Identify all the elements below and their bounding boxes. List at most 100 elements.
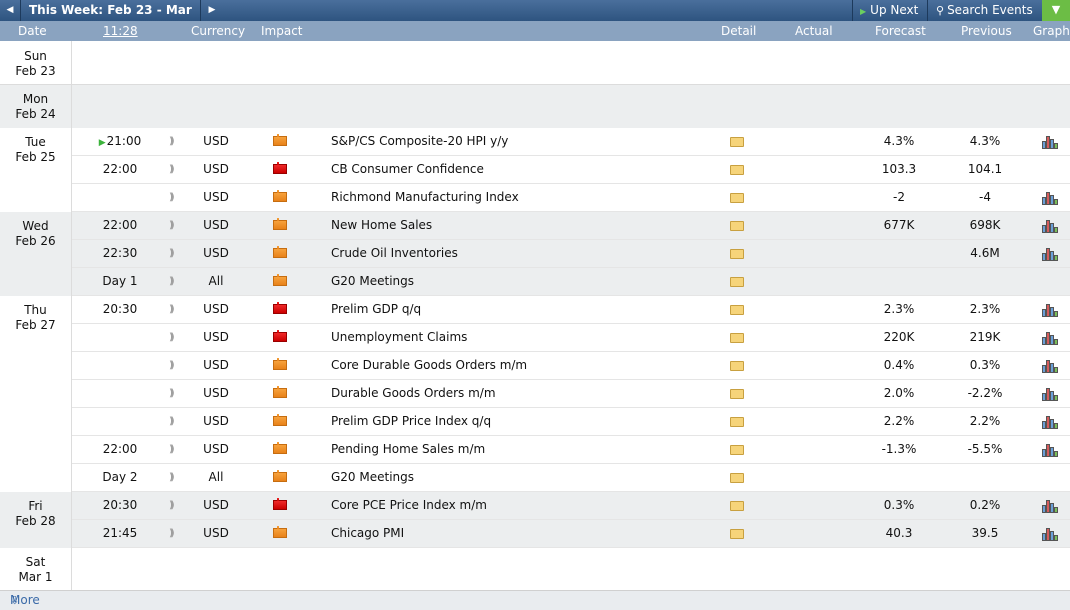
search-events-button[interactable]: ⚲ Search Events [927, 0, 1042, 21]
sound-alert-icon[interactable]: ))) [169, 268, 179, 295]
event-row[interactable]: Day 2))) All G20 Meetings [72, 464, 1070, 492]
graph-icon[interactable] [1042, 386, 1058, 401]
detail-folder-icon[interactable] [730, 445, 744, 455]
event-forecast: 40.3 [885, 526, 913, 540]
graph-icon[interactable] [1042, 218, 1058, 233]
detail-folder-icon[interactable] [730, 137, 744, 147]
event-name[interactable]: Crude Oil Inventories [331, 240, 458, 267]
graph-icon[interactable] [1042, 526, 1058, 541]
medium-impact-icon [273, 246, 287, 258]
graph-icon[interactable] [1042, 442, 1058, 457]
sound-alert-icon[interactable]: ))) [169, 324, 179, 351]
graph-icon[interactable] [1042, 330, 1058, 345]
day-date: Feb 23 [15, 64, 56, 78]
event-previous: 0.2% [969, 498, 1001, 512]
medium-impact-icon [273, 274, 287, 286]
event-name[interactable]: Pending Home Sales m/m [331, 436, 485, 463]
event-time-text: 20:30 [102, 302, 138, 316]
detail-folder-icon[interactable] [730, 473, 744, 483]
event-name[interactable]: Prelim GDP Price Index q/q [331, 408, 491, 435]
event-currency: USD [203, 442, 229, 456]
event-name[interactable]: Core Durable Goods Orders m/m [331, 352, 527, 379]
event-row[interactable]: 22:00))) USD CB Consumer Confidence 103.3 10… [72, 156, 1070, 184]
event-row[interactable]: ))) USD Durable Goods Orders m/m 2.0% -2.2% [72, 380, 1070, 408]
event-name[interactable]: New Home Sales [331, 212, 432, 239]
sound-alert-icon[interactable]: ))) [169, 520, 179, 547]
header-time[interactable]: 11:28 [103, 21, 138, 41]
detail-folder-icon[interactable] [730, 417, 744, 427]
next-week-button[interactable]: ▶ [202, 0, 222, 21]
detail-folder-icon[interactable] [730, 165, 744, 175]
sound-alert-icon[interactable]: ))) [169, 184, 179, 211]
up-next-button[interactable]: ▶ Up Next [852, 0, 927, 21]
event-row[interactable]: ))) USD Unemployment Claims 220K 219K [72, 324, 1070, 352]
event-name[interactable]: Chicago PMI [331, 520, 404, 547]
event-row[interactable]: ))) USD Core Durable Goods Orders m/m 0.4% 0… [72, 352, 1070, 380]
sound-alert-icon[interactable]: ))) [169, 352, 179, 379]
sound-alert-icon[interactable]: ))) [169, 464, 179, 491]
detail-folder-icon[interactable] [730, 221, 744, 231]
medium-impact-icon [273, 470, 287, 482]
event-row[interactable]: 22:30))) USD Crude Oil Inventories 4.6M [72, 240, 1070, 268]
event-currency: All [208, 470, 224, 484]
sound-alert-icon[interactable]: ))) [169, 128, 179, 155]
event-name[interactable]: G20 Meetings [331, 268, 414, 295]
event-row[interactable]: ▶21:00))) USD S&P/CS Composite-20 HPI y/y 4… [72, 128, 1070, 156]
event-row[interactable]: ))) USD Prelim GDP Price Index q/q 2.2% 2.2% [72, 408, 1070, 436]
sound-alert-icon[interactable]: ))) [169, 156, 179, 183]
event-row[interactable]: 22:00))) USD Pending Home Sales m/m -1.3% -5… [72, 436, 1070, 464]
event-row[interactable]: 20:30))) USD Core PCE Price Index m/m 0.3% 0… [72, 492, 1070, 520]
sound-alert-icon[interactable]: ))) [169, 408, 179, 435]
detail-folder-icon[interactable] [730, 389, 744, 399]
day-of-week: Wed [22, 219, 49, 233]
event-name[interactable]: Unemployment Claims [331, 324, 467, 351]
event-row[interactable]: 21:45))) USD Chicago PMI 40.3 39.5 [72, 520, 1070, 548]
detail-folder-icon[interactable] [730, 277, 744, 287]
detail-folder-icon[interactable] [730, 305, 744, 315]
graph-icon[interactable] [1042, 358, 1058, 373]
graph-icon[interactable] [1042, 414, 1058, 429]
sound-alert-icon[interactable]: ))) [169, 380, 179, 407]
graph-icon[interactable] [1042, 302, 1058, 317]
sound-alert-icon[interactable]: ))) [169, 296, 179, 323]
week-title[interactable]: This Week: Feb 23 - Mar 1 [20, 0, 201, 37]
event-name[interactable]: Durable Goods Orders m/m [331, 380, 496, 407]
event-currency: USD [203, 218, 229, 232]
event-row[interactable]: Day 1))) All G20 Meetings [72, 268, 1070, 296]
event-row[interactable]: ))) USD Richmond Manufacturing Index -2 -4 [72, 184, 1070, 212]
event-previous: 2.2% [969, 414, 1001, 428]
day-label: Wed Feb 26 [0, 219, 71, 249]
detail-folder-icon[interactable] [730, 501, 744, 511]
sound-alert-icon[interactable]: ))) [169, 436, 179, 463]
detail-folder-icon[interactable] [730, 529, 744, 539]
sound-alert-icon[interactable]: ))) [169, 240, 179, 267]
detail-folder-icon[interactable] [730, 361, 744, 371]
event-name[interactable]: S&P/CS Composite-20 HPI y/y [331, 128, 508, 155]
event-name[interactable]: Core PCE Price Index m/m [331, 492, 487, 519]
event-name[interactable]: CB Consumer Confidence [331, 156, 484, 183]
prev-week-button[interactable]: ◀ [0, 0, 20, 21]
graph-icon[interactable] [1042, 498, 1058, 513]
header-currency: Currency [191, 24, 246, 38]
day-label: Sat Mar 1 [0, 555, 71, 585]
filter-button[interactable]: ▼ [1042, 0, 1070, 21]
graph-icon[interactable] [1042, 190, 1058, 205]
event-row[interactable]: 20:30))) USD Prelim GDP q/q 2.3% 2.3% [72, 296, 1070, 324]
event-name[interactable]: Richmond Manufacturing Index [331, 184, 519, 211]
sound-alert-icon[interactable]: ))) [169, 492, 179, 519]
detail-folder-icon[interactable] [730, 249, 744, 259]
graph-icon[interactable] [1042, 134, 1058, 149]
graph-icon[interactable] [1042, 246, 1058, 261]
event-currency: USD [203, 162, 229, 176]
event-time-text: 21:00 [106, 134, 142, 148]
high-impact-icon [273, 498, 287, 510]
event-time-text: 22:00 [102, 162, 138, 176]
event-row[interactable]: 22:00))) USD New Home Sales 677K 698K [72, 212, 1070, 240]
detail-folder-icon[interactable] [730, 333, 744, 343]
sound-alert-icon[interactable]: ))) [169, 212, 179, 239]
event-name[interactable]: G20 Meetings [331, 464, 414, 491]
detail-folder-icon[interactable] [730, 193, 744, 203]
day-date: Feb 26 [15, 234, 56, 248]
day-of-week: Sat [25, 555, 46, 569]
event-name[interactable]: Prelim GDP q/q [331, 296, 421, 323]
